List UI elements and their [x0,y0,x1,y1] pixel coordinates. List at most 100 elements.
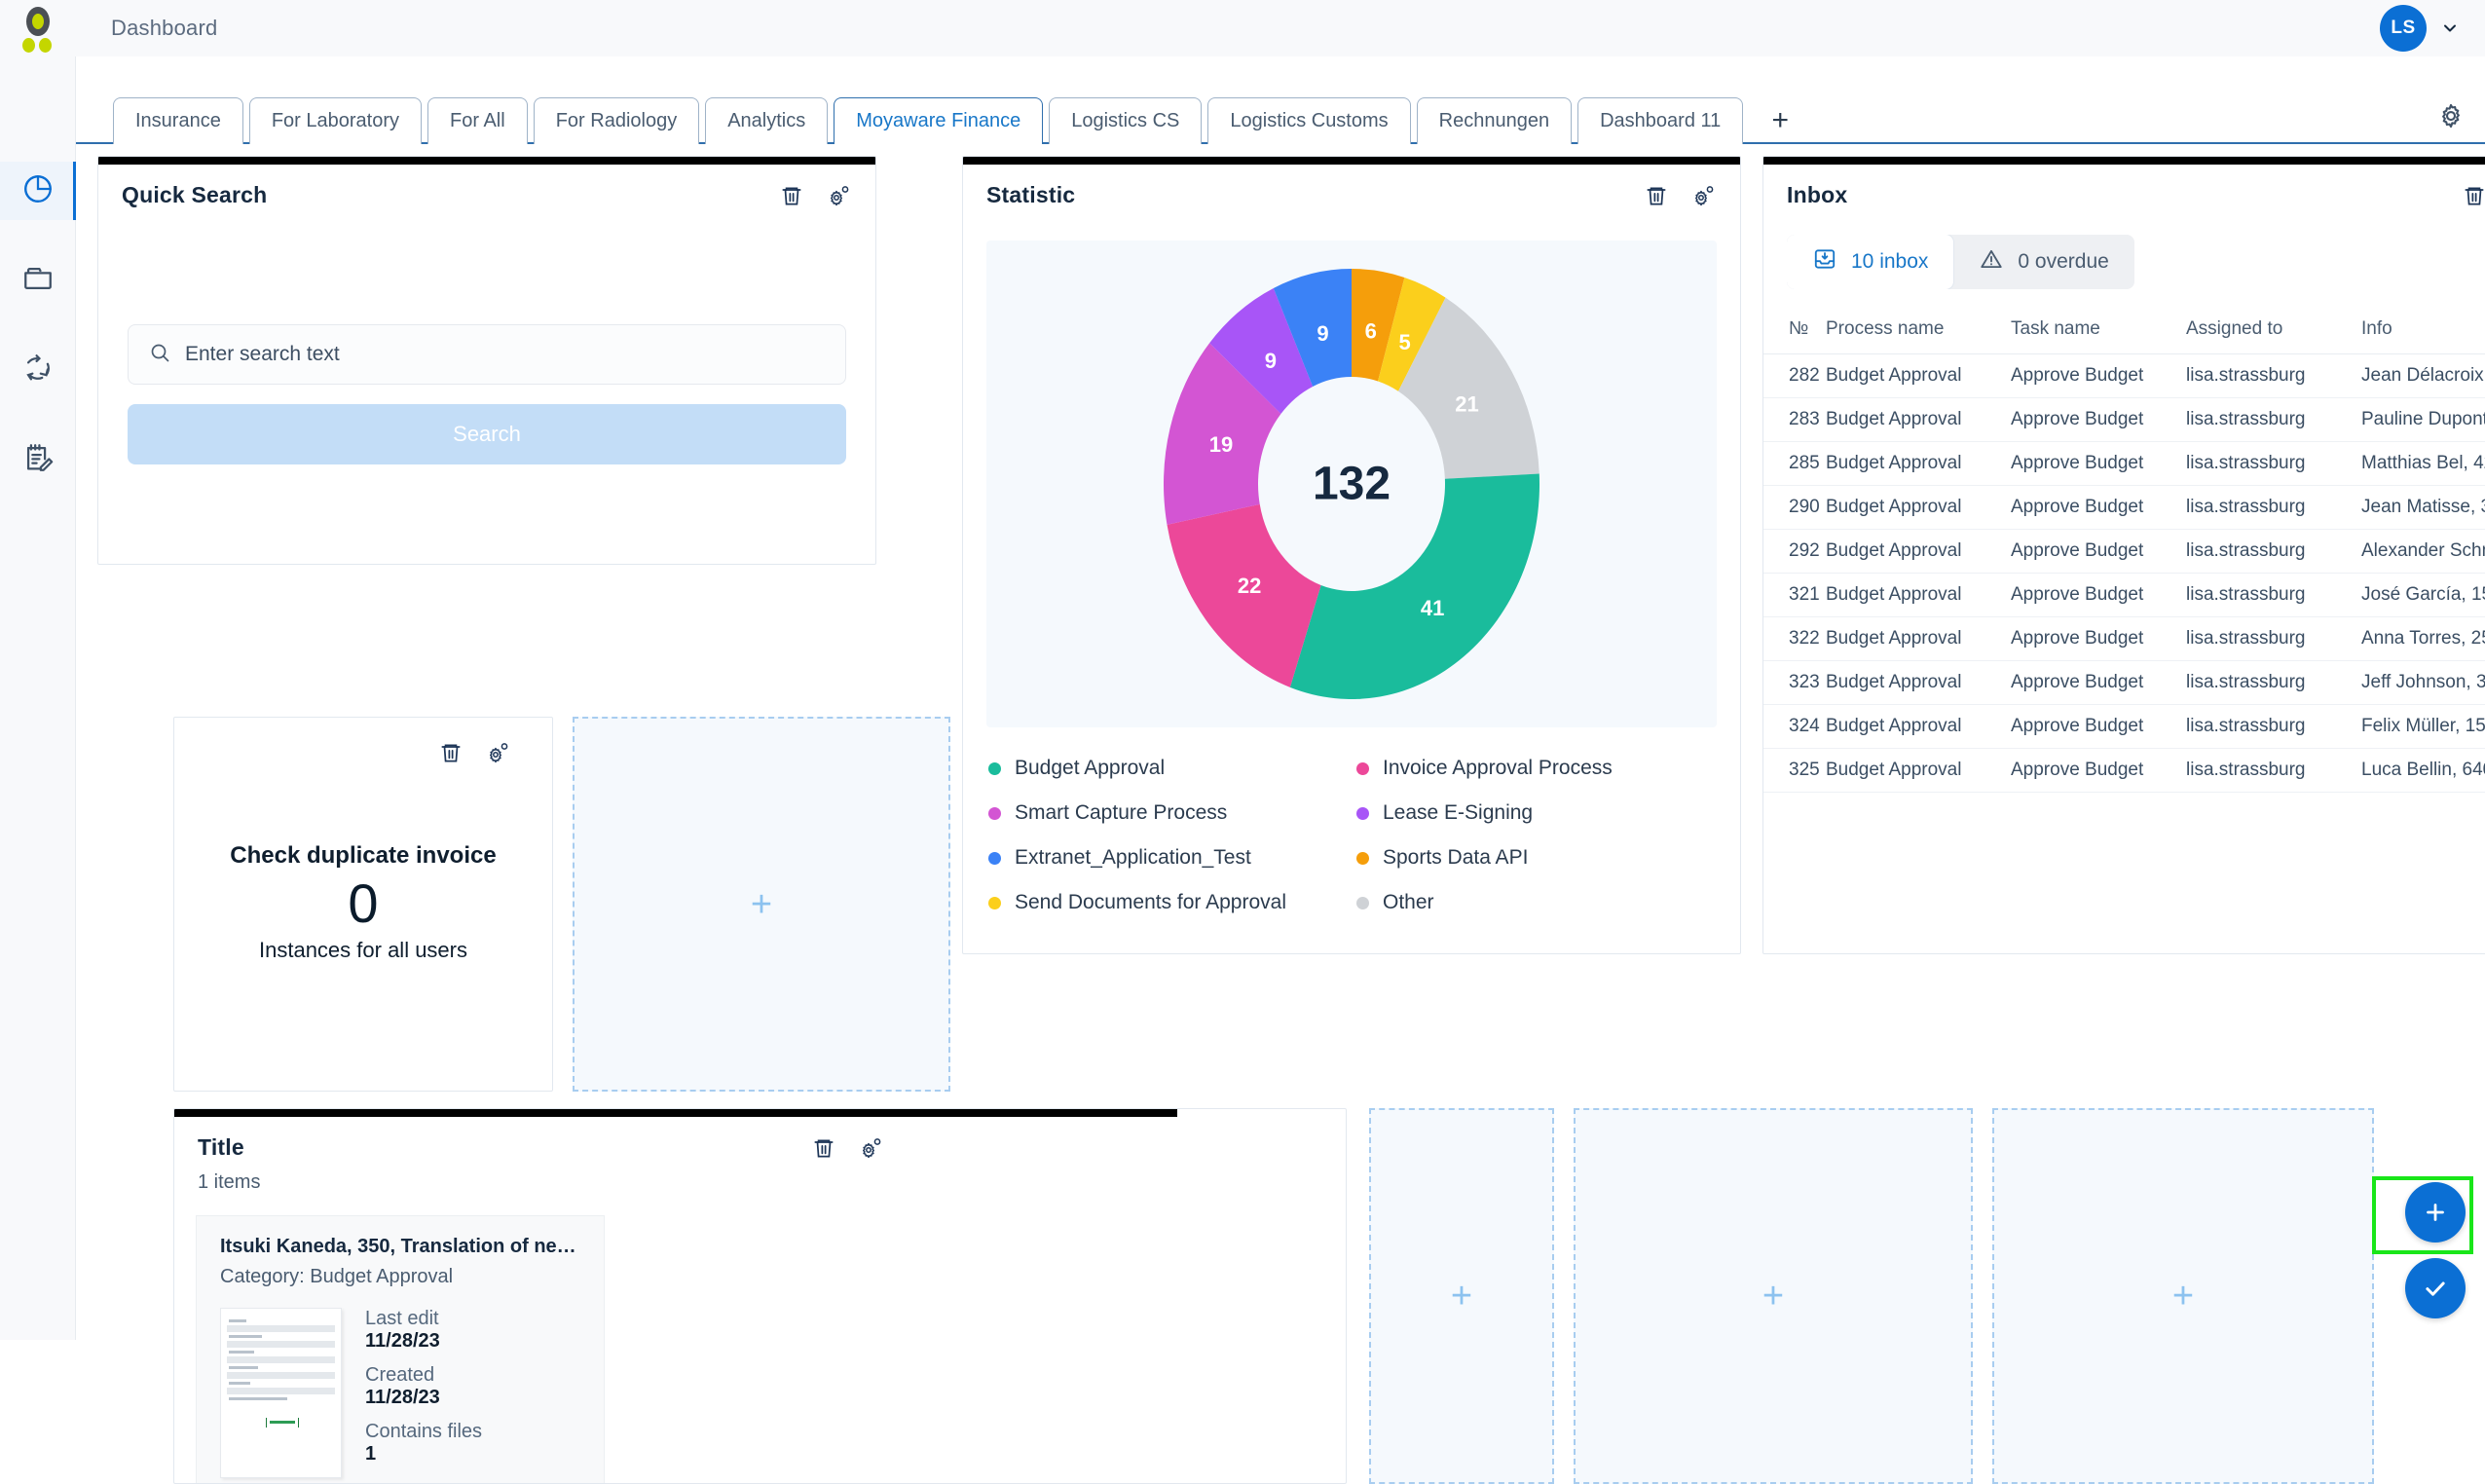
gear-icon[interactable] [2434,99,2467,132]
gear-settings-icon[interactable] [1689,182,1717,209]
add-fab[interactable] [2405,1182,2466,1243]
legend-color-dot [988,852,1001,865]
cell-info: Jeff Johnson, 350, ... [2361,661,2485,705]
legend-item[interactable]: Extranet_Application_Test [988,846,1347,870]
app-logo[interactable] [0,0,76,56]
table-row[interactable]: 290Budget ApprovalApprove Budgetlisa.str… [1763,486,2485,530]
trash-icon[interactable] [778,182,805,209]
legend-item[interactable]: Invoice Approval Process [1356,757,1715,780]
table-row[interactable]: 285Budget ApprovalApprove Budgetlisa.str… [1763,442,2485,486]
tab-for-all[interactable]: For All [427,97,528,144]
avatar[interactable]: LS [2380,5,2427,52]
legend-item[interactable]: Lease E-Signing [1356,801,1715,825]
table-row[interactable]: 282Budget ApprovalApprove Budgetlisa.str… [1763,354,2485,398]
cell-task: Approve Budget [2011,574,2186,617]
user-menu[interactable]: LS [2380,5,2485,52]
table-row[interactable]: 323Budget ApprovalApprove Budgetlisa.str… [1763,661,2485,705]
cell-no: 325 [1763,749,1826,793]
chart-legend: Budget Approval Invoice Approval Process S… [988,757,1715,914]
widget-placeholder[interactable]: + [1369,1108,1554,1484]
duplicate-invoice-count: 0 [174,870,552,938]
panel-accent-bar [174,1109,1177,1117]
sidebar-item-tasks[interactable] [0,430,76,489]
inbox-filter-inbox[interactable]: 10 inbox [1787,235,1953,289]
legend-item[interactable]: Smart Capture Process [988,801,1347,825]
cell-info: Anna Torres, 250, I... [2361,617,2485,661]
panel-quick-search: Quick Search Search [97,156,876,565]
column-header-info[interactable]: Info [2361,311,2485,354]
tab-bar: Insurance For Laboratory For All For Rad… [76,56,2485,144]
panel-title: Title 1 items Itsuki Kaneda, 350, Transl… [173,1108,1347,1484]
document-category: Category: Budget Approval [220,1266,580,1288]
inbox-filter-inbox-label: 10 inbox [1851,250,1928,274]
tab-for-laboratory[interactable]: For Laboratory [249,97,422,144]
legend-item[interactable]: Budget Approval [988,757,1347,780]
legend-label: Other [1383,891,1434,914]
trash-icon[interactable] [810,1134,837,1162]
table-row[interactable]: 325Budget ApprovalApprove Budgetlisa.str… [1763,749,2485,793]
last-edit-value: 11/28/23 [365,1330,482,1353]
trash-icon[interactable] [437,739,464,766]
widget-placeholder[interactable]: + [1574,1108,1973,1484]
pie-chart-icon [21,172,55,210]
cell-process: Budget Approval [1826,705,2011,749]
table-row[interactable]: 283Budget ApprovalApprove Budgetlisa.str… [1763,398,2485,442]
add-tab-button[interactable]: + [1755,97,1805,144]
chevron-down-icon[interactable] [2440,19,2460,38]
tab-logistics-cs[interactable]: Logistics CS [1049,97,1202,144]
inbox-filter-overdue[interactable]: 0 overdue [1953,235,2133,289]
legend-item[interactable]: Sports Data API [1356,846,1715,870]
tab-dashboard-11[interactable]: Dashboard 11 [1577,97,1743,144]
tab-logistics-customs[interactable]: Logistics Customs [1207,97,1410,144]
confirm-fab[interactable] [2405,1258,2466,1318]
sidebar-item-processes[interactable] [0,341,76,399]
widget-placeholder[interactable]: + [573,717,950,1092]
table-row[interactable]: 292Budget ApprovalApprove Budgetlisa.str… [1763,530,2485,574]
tab-for-radiology[interactable]: For Radiology [534,97,700,144]
plus-icon [2421,1198,2450,1227]
table-row[interactable]: 321Budget ApprovalApprove Budgetlisa.str… [1763,574,2485,617]
inbox-download-icon [1812,246,1837,278]
document-thumbnail[interactable] [220,1308,342,1478]
trash-icon[interactable] [1643,182,1670,209]
cell-process: Budget Approval [1826,617,2011,661]
statistic-title: Statistic [986,182,1075,208]
tab-rechnungen[interactable]: Rechnungen [1417,97,1572,144]
cell-process: Budget Approval [1826,442,2011,486]
donut-slice-label-4: 22 [1238,574,1261,598]
gear-settings-icon[interactable] [484,739,511,766]
inbox-table: № Process name Task name Assigned to Inf… [1763,311,2485,793]
cell-assigned: lisa.strassburg [2186,530,2361,574]
breadcrumb[interactable]: Dashboard [111,16,217,41]
cell-info: Alexander Schmitt... [2361,530,2485,574]
gear-settings-icon[interactable] [825,182,852,209]
tab-insurance[interactable]: Insurance [113,97,243,144]
inbox-title: Inbox [1787,182,1847,208]
tab-analytics[interactable]: Analytics [705,97,828,144]
column-header-process-name[interactable]: Process name [1826,311,2011,354]
legend-item[interactable]: Send Documents for Approval [988,891,1347,914]
gear-settings-icon[interactable] [857,1134,884,1162]
legend-item[interactable]: Other [1356,891,1715,914]
cell-info: Pauline Dupont, 13... [2361,398,2485,442]
column-header-task-name[interactable]: Task name [2011,311,2186,354]
list-item[interactable]: Itsuki Kaneda, 350, Translation of new c… [196,1215,605,1484]
widget-placeholder[interactable]: + [1992,1108,2374,1484]
table-row[interactable]: 322Budget ApprovalApprove Budgetlisa.str… [1763,617,2485,661]
trash-icon[interactable] [2461,182,2485,209]
document-stamp-icon [266,1418,299,1428]
search-input[interactable] [185,343,826,366]
column-header-assigned-to[interactable]: Assigned to [2186,311,2361,354]
sidebar [0,56,76,1340]
table-row[interactable]: 324Budget ApprovalApprove Budgetlisa.str… [1763,705,2485,749]
sidebar-item-dashboard[interactable] [0,162,76,220]
table-header-row: № Process name Task name Assigned to Inf… [1763,311,2485,354]
cell-no: 321 [1763,574,1826,617]
top-bar: Dashboard LS [0,0,2485,56]
search-input-wrapper[interactable] [128,324,846,385]
column-header-no[interactable]: № [1763,311,1826,354]
search-button[interactable]: Search [128,404,846,464]
sidebar-item-documents[interactable] [0,251,76,310]
tab-moyaware-finance[interactable]: Moyaware Finance [834,97,1043,144]
legend-color-dot [1356,852,1369,865]
